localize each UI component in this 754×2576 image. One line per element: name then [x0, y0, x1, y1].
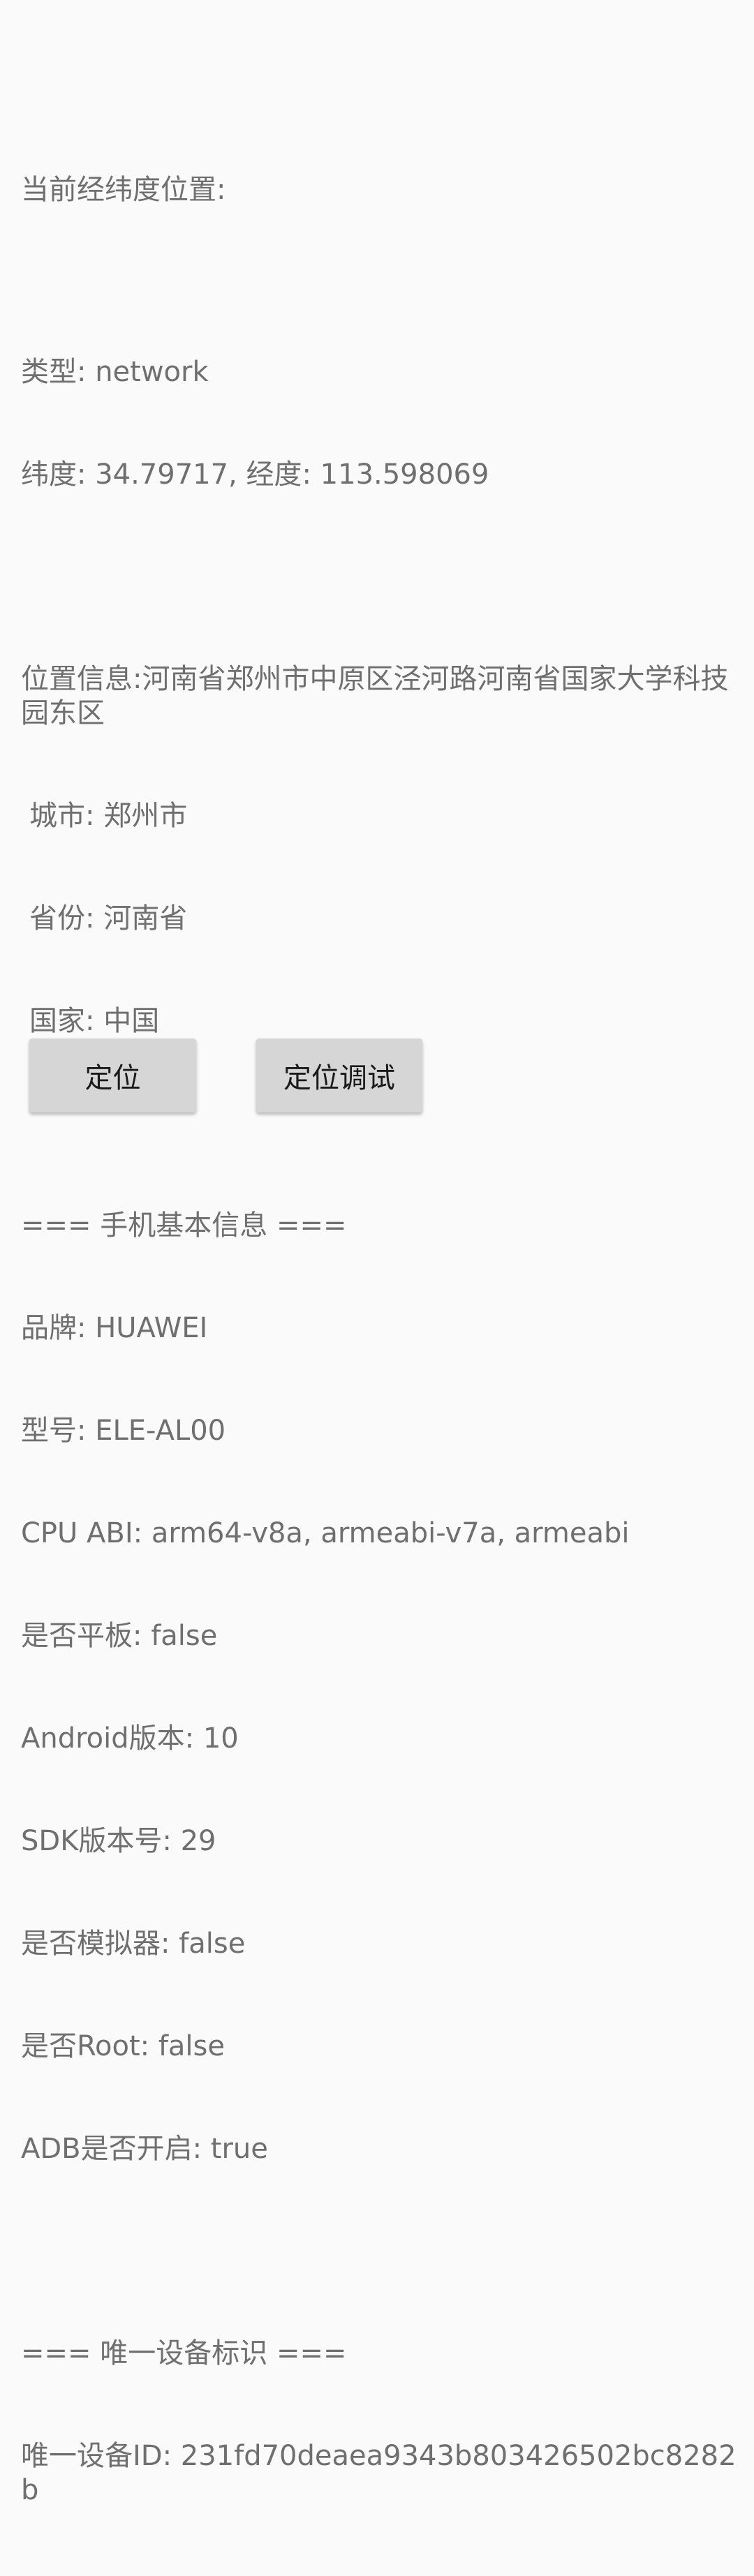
- device-cpu-abi: CPU ABI: arm64-v8a, armeabi-v7a, armeabi: [21, 1517, 630, 1549]
- device-adb-enabled: ADB是否开启: true: [21, 2133, 268, 2165]
- device-is-emulator: 是否模拟器: false: [21, 1928, 246, 1960]
- location-type: 类型: network: [21, 356, 209, 388]
- location-country: 国家: 中国: [29, 1005, 160, 1037]
- location-heading: 当前经纬度位置:: [21, 174, 226, 206]
- location-city: 城市: 郑州市: [29, 800, 188, 832]
- app-screen: 当前经纬度位置: 类型: network 纬度: 34.79717, 经度: 1…: [0, 0, 754, 2506]
- device-android-version: Android版本: 10: [21, 1722, 239, 1755]
- location-province: 省份: 河南省: [29, 902, 188, 935]
- device-info-heading: === 手机基本信息 ===: [21, 1209, 347, 1242]
- location-coordinates: 纬度: 34.79717, 经度: 113.598069: [21, 459, 489, 491]
- device-model: 型号: ELE-AL00: [21, 1415, 226, 1447]
- device-brand: 品牌: HUAWEI: [21, 1312, 208, 1344]
- device-is-root: 是否Root: false: [21, 2030, 225, 2062]
- location-address: 位置信息:河南省郑州市中原区泾河路河南省国家大学科技园东区: [21, 663, 729, 729]
- locate-button[interactable]: 定位: [29, 1038, 196, 1112]
- device-is-tablet: 是否平板: false: [21, 1620, 218, 1652]
- device-sdk-version: SDK版本号: 29: [21, 1825, 216, 1857]
- locate-debug-button[interactable]: 定位调试: [256, 1038, 422, 1112]
- identifier-heading: === 唯一设备标识 ===: [21, 2337, 347, 2369]
- info-text-panel: 当前经纬度位置: 类型: network 纬度: 34.79717, 经度: 1…: [21, 105, 740, 2576]
- unique-device-id: 唯一设备ID: 231fd70deaea9343b803426502bc8282…: [21, 2440, 737, 2506]
